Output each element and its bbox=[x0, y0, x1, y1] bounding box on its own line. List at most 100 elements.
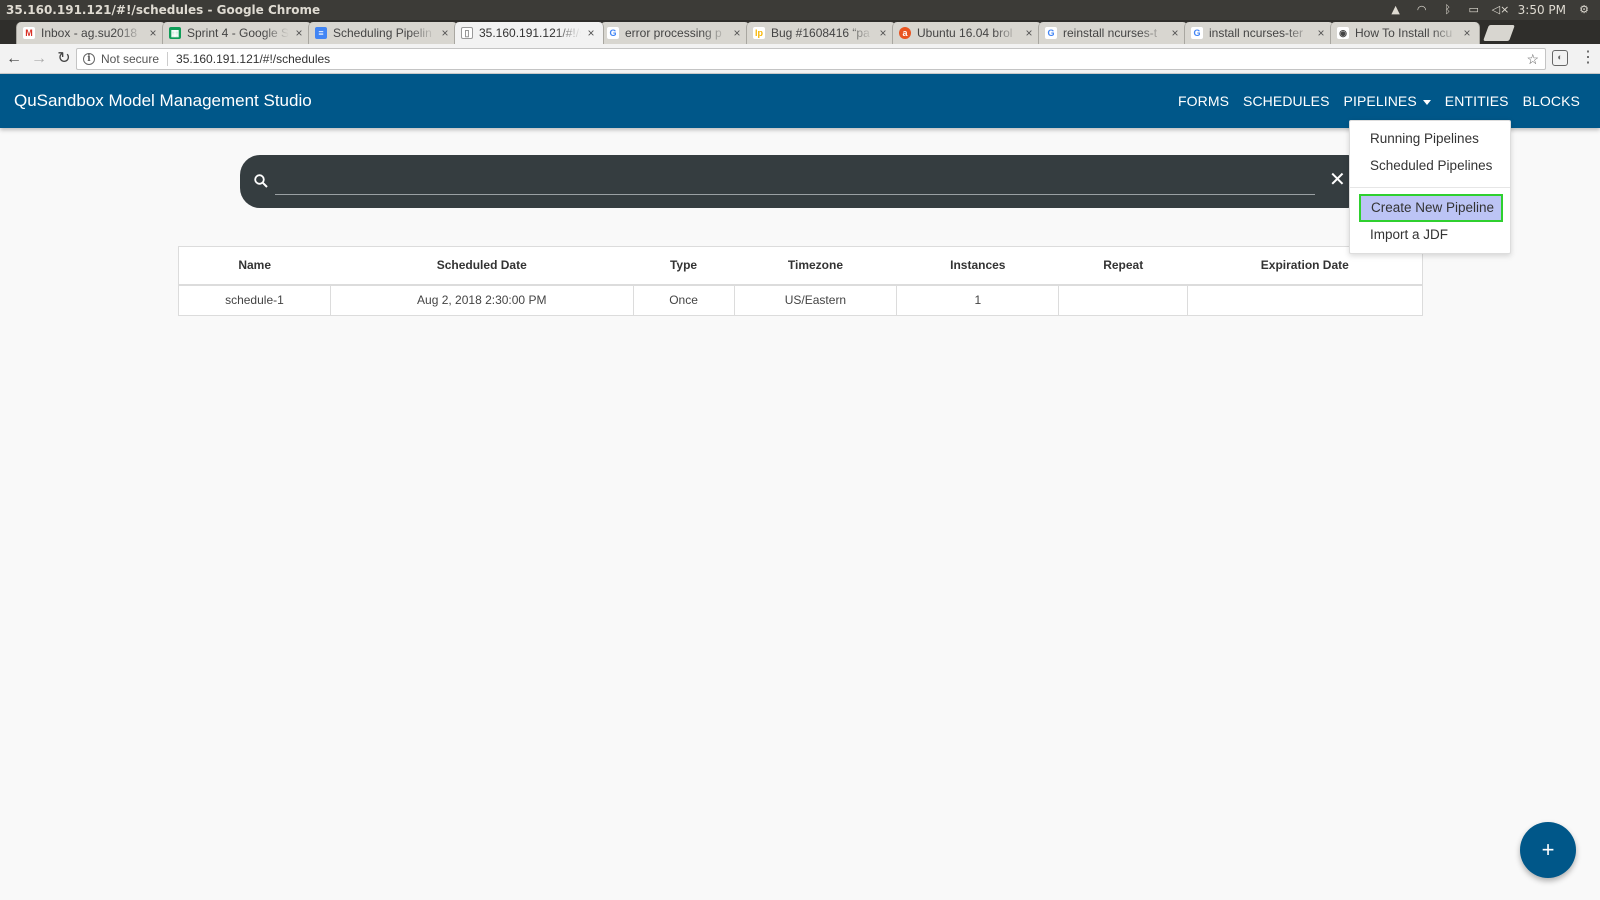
nav-entities[interactable]: ENTITIES bbox=[1445, 93, 1509, 109]
tab-title: Bug #1608416 “pa bbox=[771, 26, 870, 40]
browser-tab[interactable]: G reinstall ncurses-t × bbox=[1038, 22, 1188, 44]
os-title-bar: 35.160.191.121/#!/schedules - Google Chr… bbox=[0, 0, 1600, 20]
tab-title: Sprint 4 - Google S bbox=[187, 26, 289, 40]
google-icon: G bbox=[1045, 27, 1057, 39]
nav-forms[interactable]: FORMS bbox=[1178, 93, 1229, 109]
browser-tab[interactable]: ≡ Scheduling Pipelin × bbox=[308, 22, 458, 44]
cell-scheduled-date: Aug 2, 2018 2:30:00 PM bbox=[329, 284, 634, 316]
cell-timezone: US/Eastern bbox=[733, 284, 898, 316]
tab-title: error processing p bbox=[625, 26, 722, 40]
column-header-repeat[interactable]: Repeat bbox=[1058, 246, 1188, 286]
menu-item-running-pipelines[interactable]: Running Pipelines bbox=[1370, 131, 1479, 146]
browser-tab[interactable]: lp Bug #1608416 “pa × bbox=[746, 22, 896, 44]
address-bar[interactable]: i Not secure 35.160.191.121/#!/schedules… bbox=[76, 48, 1546, 70]
browser-tab[interactable]: ◉ How To Install ncu × bbox=[1330, 22, 1480, 44]
clock[interactable]: 3:50 PM bbox=[1518, 3, 1566, 17]
clear-icon[interactable]: ✕ bbox=[1329, 169, 1346, 191]
close-icon[interactable]: × bbox=[585, 26, 597, 40]
forward-arrow-icon[interactable]: → bbox=[28, 48, 50, 70]
schedules-table: Name Scheduled Date Type Timezone Instan… bbox=[178, 246, 1423, 316]
browser-tab-active[interactable]: ▯ 35.160.191.121/#!/s × bbox=[454, 22, 604, 44]
gear-icon[interactable]: ⚙ bbox=[1576, 3, 1592, 17]
info-icon[interactable]: i bbox=[83, 53, 95, 65]
browser-tab-strip: M Inbox - ag.su2018 × ▦ Sprint 4 - Googl… bbox=[0, 20, 1600, 44]
menu-divider bbox=[1350, 187, 1510, 188]
column-header-instances[interactable]: Instances bbox=[896, 246, 1059, 286]
cell-expiration-date bbox=[1187, 284, 1423, 316]
reload-icon[interactable]: ↻ bbox=[53, 48, 75, 70]
browser-tab[interactable]: M Inbox - ag.su2018 × bbox=[16, 22, 166, 44]
docs-icon: ≡ bbox=[315, 27, 327, 39]
menu-item-create-new-pipeline[interactable]: Create New Pipeline bbox=[1359, 194, 1503, 222]
browser-tab[interactable]: ▦ Sprint 4 - Google S × bbox=[162, 22, 312, 44]
url-text[interactable]: 35.160.191.121/#!/schedules bbox=[176, 52, 1526, 66]
cell-type: Once bbox=[632, 284, 735, 316]
close-icon[interactable]: × bbox=[1461, 26, 1473, 40]
nav-schedules[interactable]: SCHEDULES bbox=[1243, 93, 1329, 109]
column-header-type[interactable]: Type bbox=[633, 246, 734, 286]
close-icon[interactable]: × bbox=[877, 26, 889, 40]
nav-blocks[interactable]: BLOCKS bbox=[1523, 93, 1580, 109]
app-brand[interactable]: QuSandbox Model Management Studio bbox=[14, 91, 1164, 111]
menu-item-import-jdf[interactable]: Import a JDF bbox=[1370, 227, 1448, 242]
extension-icon[interactable]: ◐ bbox=[1552, 50, 1568, 66]
tab-title: reinstall ncurses-t bbox=[1063, 26, 1158, 40]
column-header-scheduled-date[interactable]: Scheduled Date bbox=[330, 246, 634, 286]
nav-pipelines[interactable]: PIPELINES bbox=[1344, 93, 1431, 109]
pipelines-dropdown-menu: Running Pipelines Scheduled Pipelines Cr… bbox=[1349, 120, 1511, 254]
cell-instances: 1 bbox=[896, 284, 1060, 316]
wifi-icon[interactable]: ◠ bbox=[1414, 3, 1430, 17]
google-icon: G bbox=[607, 27, 619, 39]
tab-title: Scheduling Pipelin bbox=[333, 26, 432, 40]
tab-title: How To Install ncu bbox=[1355, 26, 1453, 40]
search-input[interactable] bbox=[275, 167, 1315, 195]
close-icon[interactable]: × bbox=[1023, 26, 1035, 40]
google-icon: G bbox=[1191, 27, 1203, 39]
gmail-icon: M bbox=[23, 27, 35, 39]
menu-item-scheduled-pipelines[interactable]: Scheduled Pipelines bbox=[1370, 158, 1492, 173]
askubuntu-icon: a bbox=[899, 27, 911, 39]
sheets-icon: ▦ bbox=[169, 27, 181, 39]
browser-tab[interactable]: a Ubuntu 16.04 brol × bbox=[892, 22, 1042, 44]
close-icon[interactable]: × bbox=[1315, 26, 1327, 40]
battery-icon[interactable]: ▭ bbox=[1466, 3, 1482, 17]
cell-name: schedule-1 bbox=[178, 284, 331, 316]
search-icon bbox=[254, 174, 268, 188]
search-bar: ✕ bbox=[240, 155, 1352, 208]
launchpad-icon: lp bbox=[753, 27, 765, 39]
window-title: 35.160.191.121/#!/schedules - Google Chr… bbox=[6, 3, 321, 17]
close-icon[interactable]: × bbox=[147, 26, 159, 40]
close-icon[interactable]: × bbox=[439, 26, 451, 40]
cell-repeat bbox=[1058, 284, 1189, 316]
page-icon: ▯ bbox=[461, 27, 473, 39]
add-schedule-button[interactable]: + bbox=[1520, 822, 1576, 878]
table-row[interactable]: schedule-1 Aug 2, 2018 2:30:00 PM Once U… bbox=[178, 284, 1423, 316]
browser-tab[interactable]: G install ncurses-ter × bbox=[1184, 22, 1334, 44]
tab-title: 35.160.191.121/#!/s bbox=[479, 26, 581, 40]
close-icon[interactable]: × bbox=[1169, 26, 1181, 40]
star-icon[interactable]: ☆ bbox=[1526, 51, 1539, 68]
column-header-name[interactable]: Name bbox=[178, 246, 331, 286]
back-arrow-icon[interactable]: ← bbox=[3, 48, 25, 70]
kebab-menu-icon[interactable]: ⋮ bbox=[1580, 48, 1596, 68]
updates-icon[interactable]: ▲ bbox=[1388, 3, 1404, 17]
nav-links: FORMS SCHEDULES PIPELINES ENTITIES BLOCK… bbox=[1164, 93, 1580, 109]
browser-toolbar: ← → ↻ i Not secure 35.160.191.121/#!/sch… bbox=[0, 44, 1600, 74]
tab-title: Ubuntu 16.04 brol bbox=[917, 26, 1013, 40]
close-icon[interactable]: × bbox=[731, 26, 743, 40]
system-tray: ▲ ◠ ᛒ ▭ ◁× 3:50 PM ⚙ bbox=[1388, 3, 1600, 17]
bluetooth-icon[interactable]: ᛒ bbox=[1440, 3, 1456, 17]
security-label[interactable]: Not secure bbox=[101, 52, 169, 66]
new-tab-button[interactable] bbox=[1483, 25, 1515, 41]
tab-title: Inbox - ag.su2018 bbox=[41, 26, 138, 40]
site-icon: ◉ bbox=[1337, 27, 1349, 39]
close-icon[interactable]: × bbox=[293, 26, 305, 40]
caret-down-icon bbox=[1422, 99, 1431, 105]
tab-title: install ncurses-ter bbox=[1209, 26, 1304, 40]
schedules-table-container: Name Scheduled Date Type Timezone Instan… bbox=[178, 246, 1423, 316]
table-header-row: Name Scheduled Date Type Timezone Instan… bbox=[178, 246, 1423, 286]
browser-tab[interactable]: G error processing p × bbox=[600, 22, 750, 44]
column-header-timezone[interactable]: Timezone bbox=[734, 246, 897, 286]
volume-muted-icon[interactable]: ◁× bbox=[1492, 3, 1510, 17]
nav-pipelines-label: PIPELINES bbox=[1343, 93, 1417, 109]
